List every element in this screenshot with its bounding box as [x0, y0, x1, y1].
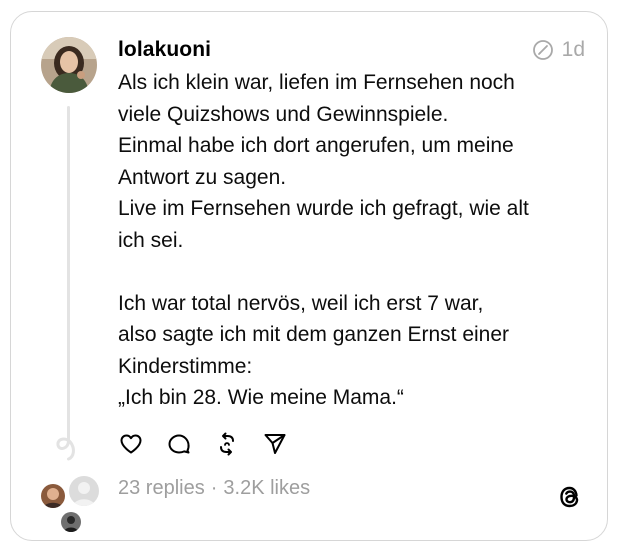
likes-count[interactable]: 3.2K likes [223, 477, 310, 500]
replies-count[interactable]: 23 replies [118, 477, 205, 500]
repost-icon [220, 432, 234, 456]
avatar[interactable] [41, 37, 97, 93]
thread-loop-icon [56, 427, 75, 461]
stats-separator: · [210, 477, 218, 499]
post-text: Als ich klein war, liefen im Fernsehen n… [118, 71, 529, 409]
reply-button[interactable] [166, 431, 192, 457]
replier-avatar [39, 482, 67, 510]
like-button[interactable] [118, 431, 144, 457]
replier-avatars[interactable] [39, 474, 109, 534]
post-time[interactable]: 1d [562, 38, 585, 62]
action-bar [118, 431, 288, 457]
edited-icon [532, 40, 553, 60]
send-icon [264, 434, 286, 454]
comment-icon [168, 434, 190, 454]
post-card: lolakuoni 1d Als ich klein war, liefen i… [10, 11, 608, 541]
repost-button[interactable] [214, 431, 240, 457]
thread-line [67, 106, 70, 441]
username[interactable]: lolakuoni [118, 38, 211, 62]
heart-icon [120, 434, 142, 454]
threads-logo-icon[interactable] [555, 482, 585, 512]
post-meta: 1d [532, 38, 585, 62]
replier-avatar [59, 510, 83, 534]
replier-avatar [67, 474, 101, 508]
post-stats: 23 replies · 3.2K likes [118, 477, 310, 500]
share-button[interactable] [262, 431, 288, 457]
